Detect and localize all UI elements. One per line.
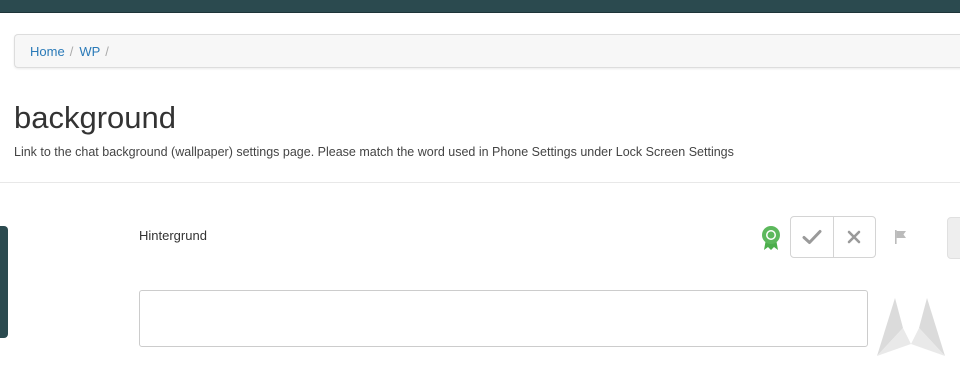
breadcrumb-separator: /: [105, 43, 109, 59]
breadcrumb: Home / WP /: [14, 34, 960, 68]
section-divider: [0, 182, 960, 183]
watermark-logo: [877, 298, 945, 356]
top-navbar: [0, 0, 960, 13]
breadcrumb-wp-link[interactable]: WP: [79, 44, 100, 59]
more-options-button[interactable]: [947, 217, 960, 259]
breadcrumb-separator: /: [69, 43, 74, 59]
ribbon-award-icon: [762, 226, 780, 250]
suggestion-text: Hintergrund: [139, 228, 207, 243]
checkmark-icon: [802, 230, 822, 244]
string-description: Link to the chat background (wallpaper) …: [14, 145, 734, 159]
close-icon: [847, 230, 861, 244]
flag-icon[interactable]: [893, 229, 909, 245]
vote-button-group: [790, 216, 876, 258]
translation-input[interactable]: [139, 290, 868, 347]
reject-button[interactable]: [832, 217, 876, 257]
page-title: background: [14, 100, 177, 135]
side-panel-tab[interactable]: [0, 226, 8, 338]
approve-button[interactable]: [791, 217, 833, 257]
breadcrumb-home-link[interactable]: Home: [30, 44, 65, 59]
